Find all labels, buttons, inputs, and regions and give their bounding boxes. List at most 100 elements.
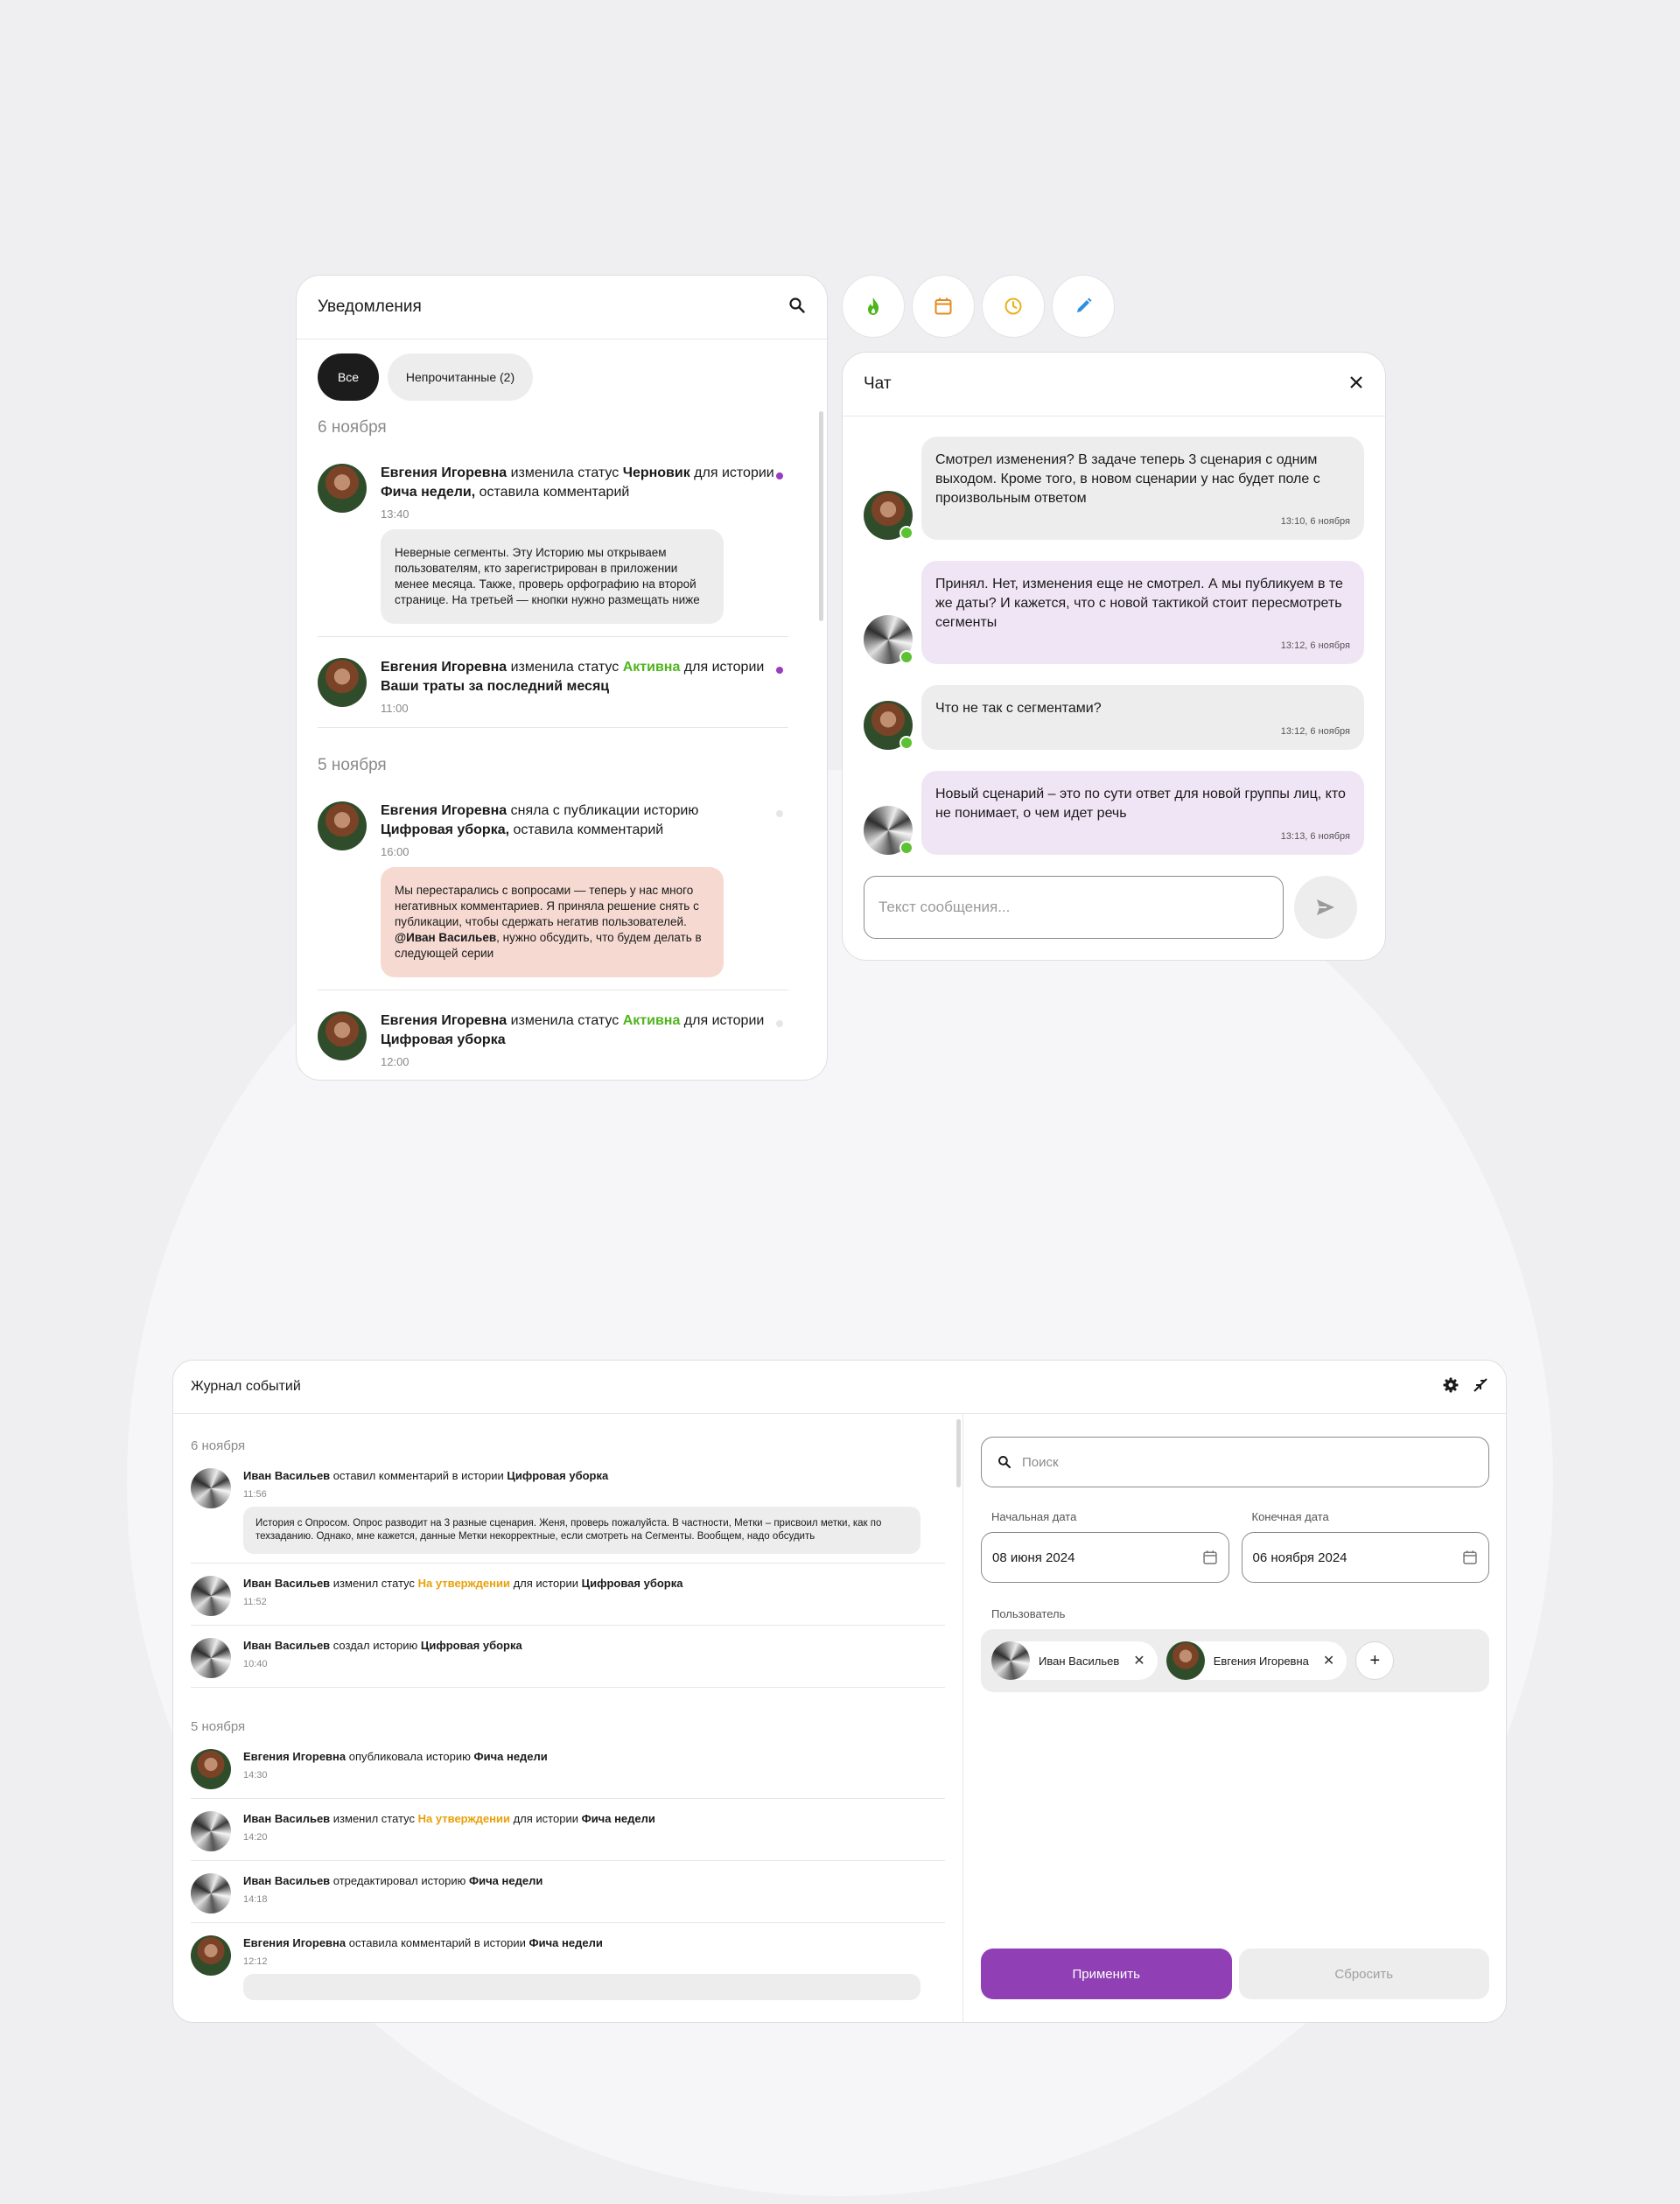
notification-time: 11:00 (381, 702, 409, 715)
event-item[interactable]: Евгения Игоревна оставила комментарий в … (191, 1923, 945, 2009)
action-text: изменила статус (507, 660, 623, 675)
user-name: Евгения Игоревна (381, 660, 508, 675)
calendar-icon (934, 297, 952, 315)
online-indicator (900, 526, 914, 540)
edit-button[interactable] (1052, 275, 1115, 338)
message-input-placeholder: Текст сообщения... (878, 899, 1011, 915)
story-name: Фича недели (473, 1750, 548, 1763)
status-label: Активна (622, 1013, 681, 1028)
collapse-icon[interactable] (1473, 1377, 1488, 1397)
action-text: изменила статус (507, 465, 623, 480)
filter-panel: Поиск Начальная дата 08 июня 2024 Конечн… (964, 1414, 1506, 2022)
message-time: 13:10, 6 ноября (1280, 516, 1350, 527)
clock-button[interactable] (982, 275, 1045, 338)
event-item[interactable]: Иван Васильев изменил статус На утвержде… (191, 1564, 945, 1626)
calendar-button[interactable] (912, 275, 975, 338)
tab-all[interactable]: Все (318, 353, 379, 401)
add-user-button[interactable]: + (1355, 1641, 1395, 1680)
user-name: Иван Васильев (243, 1469, 331, 1482)
action-text: для истории (690, 465, 774, 480)
message-text: Смотрел изменения? В задаче теперь 3 сце… (935, 452, 1320, 506)
user-name: Евгения Игоревна (381, 465, 508, 480)
date-header: 5 ноября (191, 1719, 246, 1734)
user-name: Иван Васильев (243, 1874, 331, 1887)
avatar (991, 1641, 1030, 1680)
event-log-panel: Журнал событий 6 ноября Иван Васильев ос… (172, 1360, 1507, 2023)
start-date-label: Начальная дата (991, 1510, 1077, 1523)
send-button[interactable] (1294, 876, 1357, 939)
user-name: Иван Васильев (243, 1639, 331, 1652)
plus-icon: + (1369, 1650, 1381, 1670)
remove-icon[interactable]: ✕ (1323, 1652, 1334, 1669)
calendar-icon[interactable] (1462, 1550, 1478, 1565)
notification-comment: Неверные сегменты. Эту Историю мы открыв… (381, 529, 724, 624)
avatar (318, 658, 367, 707)
notification-item[interactable]: Евгения Игоревна изменила статус Чернови… (318, 443, 788, 637)
action-text: изменил статус (330, 1577, 418, 1590)
comment-text: Мы перестарались с вопросами — теперь у … (395, 884, 699, 928)
event-item[interactable]: Иван Васильев изменил статус На утвержде… (191, 1799, 945, 1861)
message-text: Принял. Нет, изменения еще не смотрел. А… (935, 577, 1343, 630)
avatar (191, 1468, 231, 1508)
clock-icon (1004, 297, 1022, 315)
avatar (864, 615, 914, 664)
message-time: 13:13, 6 ноября (1280, 831, 1350, 842)
close-icon[interactable] (1348, 374, 1364, 395)
avatar (191, 1749, 231, 1789)
notification-item[interactable]: Евгения Игоревна сняла с публикации исто… (318, 780, 788, 990)
avatar (191, 1576, 231, 1616)
user-filter-label: Пользователь (991, 1607, 1066, 1620)
remove-icon[interactable]: ✕ (1133, 1652, 1144, 1669)
search-icon[interactable] (788, 297, 806, 318)
gear-icon[interactable] (1443, 1377, 1459, 1397)
action-text: оставила комментарий (475, 485, 630, 500)
user-chip[interactable]: Евгения Игоревна ✕ (1166, 1641, 1348, 1680)
notifications-title: Уведомления (318, 297, 422, 316)
status-label: Активна (622, 660, 681, 675)
event-item[interactable]: Евгения Игоревна опубликовала историю Фи… (191, 1737, 945, 1799)
pencil-icon (1077, 297, 1092, 312)
message-bubble: Новый сценарий – это по сути ответ для н… (921, 771, 1364, 855)
date-header: 6 ноября (191, 1438, 246, 1453)
apply-button[interactable]: Применить (981, 1949, 1232, 1999)
mention[interactable]: @Иван Васильев (395, 931, 496, 944)
calendar-icon[interactable] (1202, 1550, 1218, 1565)
start-date-field[interactable]: 08 июня 2024 (981, 1532, 1229, 1583)
scrollbar[interactable] (956, 1419, 961, 1487)
event-time: 10:40 (243, 1659, 268, 1669)
event-time: 14:20 (243, 1832, 268, 1843)
avatar (1166, 1641, 1205, 1680)
fire-icon (868, 297, 879, 315)
message-input[interactable]: Текст сообщения... (864, 876, 1284, 939)
message-time: 13:12, 6 ноября (1280, 640, 1350, 651)
story-name: Фича недели (469, 1874, 543, 1887)
action-text: для истории (509, 1577, 582, 1590)
date-header: 5 ноября (318, 756, 387, 774)
end-date-label: Конечная дата (1251, 1510, 1329, 1523)
message-text: Новый сценарий – это по сути ответ для н… (935, 787, 1346, 821)
notification-item[interactable]: Евгения Игоревна изменила статус Активна… (318, 637, 788, 728)
story-name: Фича недели, (381, 485, 476, 500)
avatar (318, 1011, 367, 1060)
reset-button[interactable]: Сбросить (1238, 1949, 1489, 1999)
story-name: Цифровая уборка, (381, 822, 510, 837)
notifications-panel: Уведомления Все Непрочитанные (2) 6 нояб… (296, 275, 828, 1081)
notification-time: 13:40 (381, 507, 410, 521)
user-chip-label: Иван Васильев (1039, 1654, 1120, 1668)
fire-button[interactable] (842, 275, 905, 338)
search-input[interactable]: Поиск (981, 1437, 1489, 1487)
action-text: оставила комментарий в истории (346, 1936, 529, 1949)
event-item[interactable]: Иван Васильев оставил комментарий в исто… (191, 1456, 945, 1564)
tab-unread[interactable]: Непрочитанные (2) (388, 353, 533, 401)
event-item[interactable]: Иван Васильев создал историю Цифровая уб… (191, 1626, 945, 1688)
scrollbar[interactable] (819, 411, 823, 621)
start-date-value: 08 июня 2024 (992, 1550, 1075, 1565)
chat-panel: Чат Смотрел изменения? В задаче теперь 3… (842, 352, 1386, 961)
user-chip[interactable]: Иван Васильев ✕ (991, 1641, 1158, 1680)
event-item[interactable]: Иван Васильев отредактировал историю Фич… (191, 1861, 945, 1923)
message-bubble: Смотрел изменения? В задаче теперь 3 сце… (921, 437, 1364, 540)
message-text: Что не так с сегментами? (935, 701, 1102, 716)
action-text: опубликовала историю (346, 1750, 474, 1763)
end-date-field[interactable]: 06 ноября 2024 (1241, 1532, 1489, 1583)
notification-item[interactable]: Евгения Игоревна изменила статус Активна… (318, 990, 788, 1080)
